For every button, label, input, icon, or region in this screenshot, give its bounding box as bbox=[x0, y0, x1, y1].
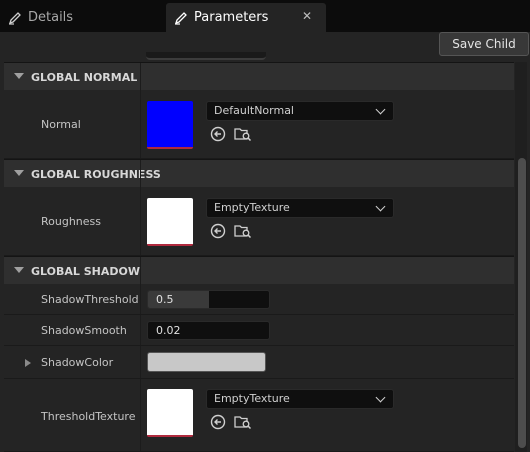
browse-asset-icon[interactable] bbox=[234, 223, 252, 239]
collapse-arrow-icon[interactable] bbox=[14, 267, 24, 273]
browse-asset-icon[interactable] bbox=[234, 414, 252, 430]
category-title: GLOBAL ROUGHNESS bbox=[31, 168, 161, 181]
column-divider bbox=[140, 257, 141, 285]
tab-parameters[interactable]: Parameters ✕ bbox=[166, 3, 326, 32]
texture-dropdown-value: DefaultNormal bbox=[214, 104, 294, 117]
partial-field bbox=[146, 52, 266, 60]
param-label: ThresholdTexture bbox=[41, 410, 136, 423]
field-value: 0.02 bbox=[156, 324, 181, 337]
scrollbar-thumb[interactable] bbox=[518, 158, 526, 448]
pencil-icon bbox=[8, 11, 22, 25]
param-row-normal: Normal DefaultNormal bbox=[4, 90, 514, 159]
use-selected-asset-icon[interactable] bbox=[210, 126, 226, 142]
use-selected-asset-icon[interactable] bbox=[210, 223, 226, 239]
texture-dropdown[interactable]: EmptyTexture bbox=[206, 198, 394, 218]
texture-thumbnail[interactable] bbox=[147, 198, 193, 246]
column-divider bbox=[140, 63, 141, 91]
param-row-threshold-texture: ThresholdTexture EmptyTexture bbox=[4, 379, 514, 452]
category-global-shadow[interactable]: GLOBAL SHADOW bbox=[4, 256, 514, 285]
save-child-button[interactable]: Save Child bbox=[439, 32, 529, 56]
tab-details-label: Details bbox=[28, 10, 74, 25]
tab-parameters-label: Parameters bbox=[194, 10, 269, 25]
chevron-down-icon bbox=[375, 104, 386, 115]
parameter-list: GLOBAL NORMAL Normal DefaultNormal GLOBA… bbox=[4, 62, 514, 452]
column-divider[interactable] bbox=[140, 90, 141, 158]
param-row-shadow-smooth: ShadowSmooth 0.02 bbox=[4, 315, 514, 346]
param-label: Roughness bbox=[41, 215, 102, 228]
close-icon[interactable]: ✕ bbox=[302, 9, 312, 23]
param-label: Normal bbox=[41, 118, 81, 131]
shadow-smooth-field[interactable]: 0.02 bbox=[147, 321, 270, 340]
pencil-icon bbox=[174, 11, 188, 25]
column-divider[interactable] bbox=[140, 379, 141, 451]
column-divider[interactable] bbox=[140, 187, 141, 255]
category-global-roughness[interactable]: GLOBAL ROUGHNESS bbox=[4, 159, 514, 188]
column-divider[interactable] bbox=[140, 284, 141, 314]
expand-arrow-icon[interactable] bbox=[25, 359, 31, 367]
chevron-down-icon bbox=[375, 392, 386, 403]
texture-dropdown[interactable]: DefaultNormal bbox=[206, 101, 394, 121]
slider-value: 0.5 bbox=[156, 293, 174, 306]
param-row-shadow-color: ShadowColor bbox=[4, 346, 514, 379]
column-divider bbox=[140, 160, 141, 188]
texture-thumbnail[interactable] bbox=[147, 101, 193, 149]
color-swatch[interactable] bbox=[147, 352, 266, 372]
browse-asset-icon[interactable] bbox=[234, 126, 252, 142]
category-title: GLOBAL NORMAL bbox=[31, 71, 138, 84]
tab-details[interactable]: Details bbox=[0, 3, 160, 32]
parameters-panel: Save Child GLOBAL NORMAL Normal DefaultN… bbox=[0, 32, 530, 452]
shadow-threshold-slider[interactable]: 0.5 bbox=[147, 290, 270, 309]
param-label: ShadowThreshold bbox=[41, 293, 139, 306]
param-label: ShadowSmooth bbox=[41, 324, 127, 337]
use-selected-asset-icon[interactable] bbox=[210, 414, 226, 430]
column-divider[interactable] bbox=[140, 315, 141, 345]
param-row-roughness: Roughness EmptyTexture bbox=[4, 187, 514, 256]
category-global-normal[interactable]: GLOBAL NORMAL bbox=[4, 62, 514, 91]
texture-dropdown-value: EmptyTexture bbox=[214, 201, 290, 214]
category-title: GLOBAL SHADOW bbox=[31, 265, 140, 278]
param-label: ShadowColor bbox=[41, 356, 114, 369]
collapse-arrow-icon[interactable] bbox=[14, 170, 24, 176]
param-row-shadow-threshold: ShadowThreshold 0.5 bbox=[4, 284, 514, 315]
collapse-arrow-icon[interactable] bbox=[14, 73, 24, 79]
texture-dropdown-value: EmptyTexture bbox=[214, 392, 290, 405]
chevron-down-icon bbox=[375, 201, 386, 212]
column-divider[interactable] bbox=[140, 346, 141, 378]
tab-bar: Details Parameters ✕ bbox=[0, 0, 530, 32]
texture-thumbnail[interactable] bbox=[147, 389, 193, 437]
toolbar: Save Child bbox=[0, 32, 530, 62]
texture-dropdown[interactable]: EmptyTexture bbox=[206, 389, 394, 409]
